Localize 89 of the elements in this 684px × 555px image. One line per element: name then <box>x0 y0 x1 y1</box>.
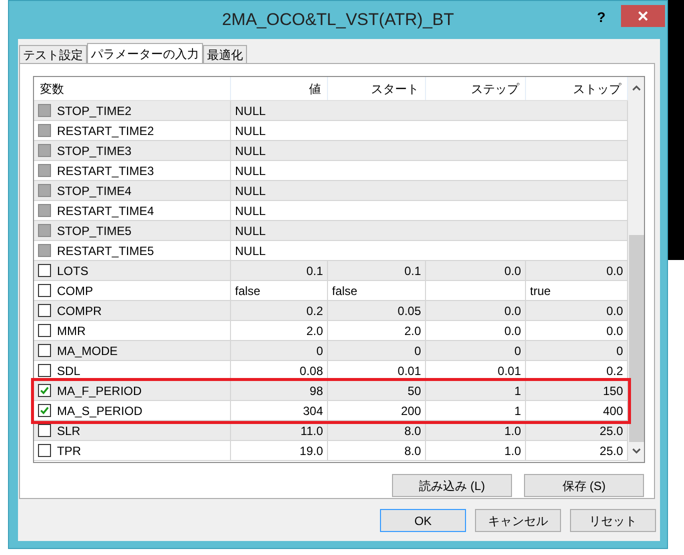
table-row[interactable]: MMR 2.0 2.0 0.0 0.0 <box>34 321 628 341</box>
table-cell: 1.0 <box>426 421 526 440</box>
parameter-name: MA_F_PERIOD <box>57 382 142 400</box>
checkbox[interactable] <box>38 264 51 277</box>
checkbox[interactable] <box>38 284 51 297</box>
table-cell: 0.01 <box>426 361 526 380</box>
table-cell: 0.01 <box>328 361 426 380</box>
parameter-name: SLR <box>57 422 80 440</box>
dialog-button[interactable]: キャンセル <box>475 509 561 532</box>
table-cell: 0 <box>426 341 526 360</box>
parameter-name: COMP <box>57 282 93 300</box>
dialog-button[interactable]: OK <box>380 509 466 532</box>
column-header[interactable]: 値 <box>231 77 328 100</box>
table-cell: 11.0 <box>231 421 328 440</box>
table-cell: 200 <box>328 401 426 420</box>
column-header[interactable]: ステップ <box>426 77 526 100</box>
table-cell: 19.0 <box>231 441 328 460</box>
close-icon <box>638 11 648 21</box>
parameter-name: MA_MODE <box>57 342 118 360</box>
table-cell: 2.0 <box>231 321 328 340</box>
panel-button[interactable]: 保存 (S) <box>524 474 644 497</box>
table-cell: 8.0 <box>328 421 426 440</box>
table-cell: 0.08 <box>231 361 328 380</box>
parameter-name: COMPR <box>57 302 102 320</box>
table-row[interactable]: MA_S_PERIOD 304 200 1 400 <box>34 401 628 421</box>
tab[interactable]: 最適化 <box>203 45 247 63</box>
table-cell: 8.0 <box>328 441 426 460</box>
panel-button[interactable]: 読み込み (L) <box>392 474 512 497</box>
checkbox[interactable] <box>38 444 51 457</box>
table-cell: 0.1 <box>231 261 328 280</box>
parameter-name: MA_S_PERIOD <box>57 402 142 420</box>
parameter-name: RESTART_TIME2 <box>57 122 154 140</box>
window-title: 2MA_OCO&TL_VST(ATR)_BT <box>222 9 454 32</box>
table-cell: 98 <box>231 381 328 400</box>
table-cell: 1 <box>426 381 526 400</box>
table-row[interactable]: MA_F_PERIOD 98 50 1 150 <box>34 381 628 401</box>
parameter-name: RESTART_TIME4 <box>57 202 154 220</box>
parameter-name: STOP_TIME3 <box>57 142 132 160</box>
table-cell: 0.05 <box>328 301 426 320</box>
table-cell: 1 <box>426 401 526 420</box>
checkbox[interactable] <box>38 364 51 377</box>
scroll-down-icon[interactable] <box>632 448 640 454</box>
table-row[interactable]: COMPR 0.2 0.05 0.0 0.0 <box>34 301 628 321</box>
tab[interactable]: テスト設定 <box>19 45 87 63</box>
parameter-name: STOP_TIME4 <box>57 182 132 200</box>
parameter-name: MMR <box>57 322 86 340</box>
table-cell: false <box>328 281 426 300</box>
table-cell: 50 <box>328 381 426 400</box>
checkmark-icon <box>40 386 49 395</box>
checkbox[interactable] <box>38 404 51 417</box>
parameter-name: STOP_TIME2 <box>57 102 132 120</box>
table-cell: 304 <box>231 401 328 420</box>
table-cell: 400 <box>526 401 628 420</box>
table-cell: 0.0 <box>426 301 526 320</box>
scrollbar-thumb[interactable] <box>628 235 644 442</box>
checkbox[interactable] <box>38 324 51 337</box>
parameter-name: TPR <box>57 442 81 460</box>
parameter-name: STOP_TIME5 <box>57 222 132 240</box>
table-cell: 0.0 <box>426 261 526 280</box>
table-cell: false <box>231 281 328 300</box>
help-button[interactable]: ? <box>597 7 606 28</box>
tab[interactable]: パラメーターの入力 <box>87 43 203 64</box>
parameter-name: SDL <box>57 362 80 380</box>
parameter-name: RESTART_TIME5 <box>57 242 154 260</box>
dialog-button[interactable]: リセット <box>570 509 656 532</box>
checkbox[interactable] <box>38 304 51 317</box>
checkbox[interactable] <box>38 384 51 397</box>
table-cell: 0.0 <box>426 321 526 340</box>
close-button[interactable] <box>621 5 665 27</box>
table-cell: 0 <box>328 341 426 360</box>
table-cell: 1.0 <box>426 441 526 460</box>
table-cell: 0.2 <box>231 301 328 320</box>
checkmark-icon <box>40 406 49 415</box>
table-cell: 2.0 <box>328 321 426 340</box>
table-row[interactable]: MA_MODE 0 0 0 0 <box>34 341 628 361</box>
scroll-up-icon[interactable] <box>632 85 640 91</box>
parameter-name: LOTS <box>57 262 88 280</box>
parameter-name: RESTART_TIME3 <box>57 162 154 180</box>
table-cell: 0 <box>231 341 328 360</box>
table-cell: 0.1 <box>328 261 426 280</box>
scrollbar[interactable] <box>628 77 644 462</box>
checkbox[interactable] <box>38 344 51 357</box>
column-header[interactable]: 変数 <box>34 77 231 100</box>
checkbox[interactable] <box>38 424 51 437</box>
column-header[interactable]: スタート <box>328 77 426 100</box>
table-row[interactable]: TPR 19.0 8.0 1.0 25.0 <box>34 441 628 461</box>
table-cell: 150 <box>526 381 628 400</box>
table-row[interactable]: LOTS 0.1 0.1 0.0 0.0 <box>34 261 628 281</box>
table-row[interactable]: COMP false false true <box>34 281 628 301</box>
